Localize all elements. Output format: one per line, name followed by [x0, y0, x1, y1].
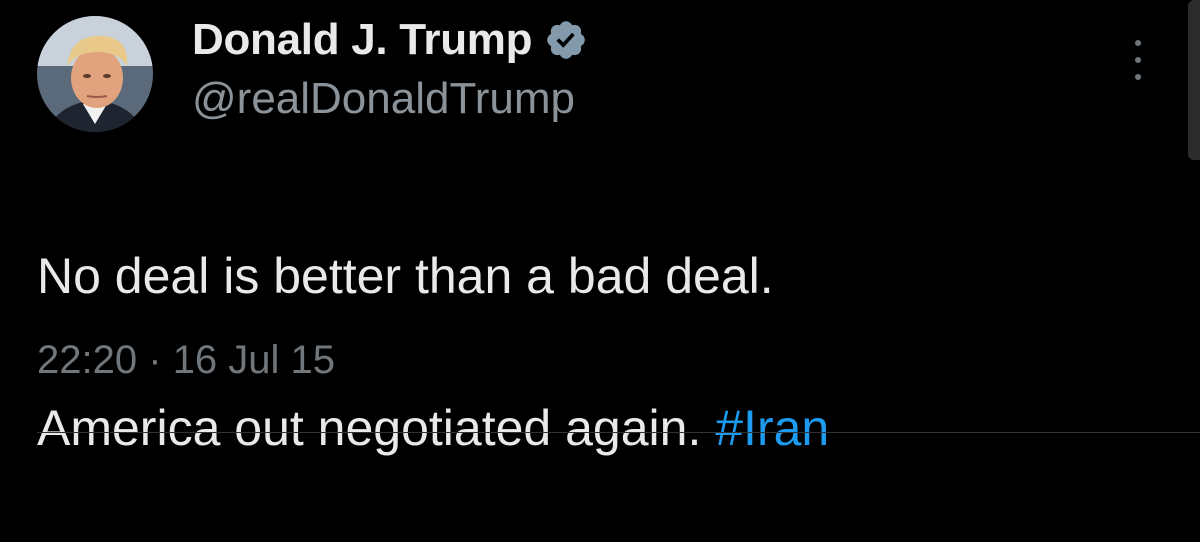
verified-badge-icon	[544, 18, 588, 62]
author-name-row: Donald J. Trump	[192, 8, 588, 72]
more-vertical-icon[interactable]	[1126, 40, 1150, 80]
author-handle[interactable]: @realDonaldTrump	[192, 74, 575, 124]
author-display-name[interactable]: Donald J. Trump	[192, 15, 533, 65]
tweet-text-line-1: No deal is better than a bad deal.	[37, 248, 774, 304]
tweet-time: 22:20	[37, 338, 138, 382]
tweet-timestamp[interactable]: 22:20 · 16 Jul 15	[37, 338, 335, 383]
scrollbar[interactable]	[1188, 0, 1200, 160]
tweet-date: 16 Jul 15	[172, 338, 336, 382]
meta-separator: ·	[148, 338, 162, 382]
avatar[interactable]	[37, 16, 153, 132]
tweet-text-line-2: America out negotiated again. #Iran	[37, 390, 1137, 466]
more-dot	[1135, 40, 1141, 46]
profile-photo-icon	[37, 16, 153, 132]
divider	[37, 432, 1200, 433]
tweet-card: Donald J. Trump @realDonaldTrump No deal…	[0, 0, 1200, 456]
more-dot	[1135, 57, 1141, 63]
hashtag-link[interactable]: #Iran	[715, 400, 829, 456]
tweet-text-line-2-body: America out negotiated again.	[37, 400, 702, 456]
more-dot	[1135, 74, 1141, 80]
